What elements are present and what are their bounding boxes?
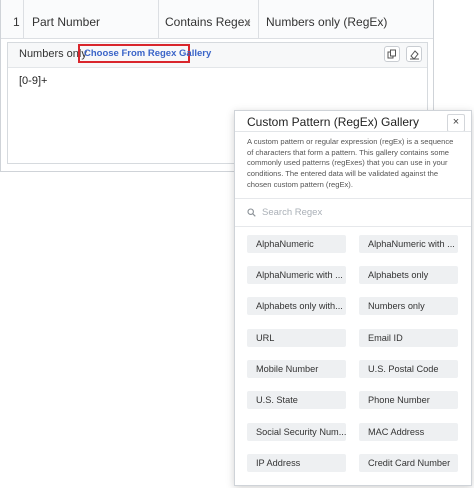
pattern-mac-address[interactable]: MAC Address [359, 423, 458, 441]
pattern-alphanumeric-with-2[interactable]: AlphaNumeric with ... [247, 266, 346, 284]
divider [235, 131, 471, 132]
pattern-credit-card-number[interactable]: Credit Card Number [359, 454, 458, 472]
rule-row: 1 Part Number Contains Regex ▼ Numbers o… [1, 0, 433, 39]
pattern-alphabets-only-with[interactable]: Alphabets only with... [247, 297, 346, 315]
pattern-us-state[interactable]: U.S. State [247, 391, 346, 409]
regex-value[interactable]: [0-9]+ [19, 75, 47, 87]
close-icon[interactable]: × [447, 114, 465, 132]
gallery-description: A custom pattern or regular expression (… [247, 137, 454, 189]
choose-regex-gallery-link[interactable]: Choose From Regex Gallery [78, 44, 211, 63]
rule-index: 1 [13, 15, 20, 29]
search-input[interactable] [256, 205, 454, 219]
pattern-numbers-only[interactable]: Numbers only [359, 297, 458, 315]
pattern-phone-number[interactable]: Phone Number [359, 391, 458, 409]
criteria-select[interactable]: Numbers only (RegEx) [258, 0, 434, 38]
operator-label: Contains Regex [165, 15, 251, 29]
pattern-alphabets-only[interactable]: Alphabets only [359, 266, 458, 284]
pattern-alphanumeric[interactable]: AlphaNumeric [247, 235, 346, 253]
gallery-title: Custom Pattern (RegEx) Gallery [247, 115, 420, 129]
regex-gallery-popup: Custom Pattern (RegEx) Gallery × A custo… [234, 110, 472, 486]
copy-button[interactable] [384, 46, 400, 62]
chevron-down-icon: ▼ [244, 19, 252, 28]
pattern-mobile-number[interactable]: Mobile Number [247, 360, 346, 378]
search-icon [247, 207, 256, 217]
search-bar [247, 203, 459, 221]
pattern-us-postal-code[interactable]: U.S. Postal Code [359, 360, 458, 378]
eraser-icon [410, 50, 419, 60]
pattern-url[interactable]: URL [247, 329, 346, 347]
divider [235, 198, 471, 199]
pattern-alphanumeric-with-1[interactable]: AlphaNumeric with ... [359, 235, 458, 253]
pattern-social-security-number[interactable]: Social Security Num... [247, 423, 346, 441]
criteria-label: Numbers only [19, 48, 87, 60]
field-select[interactable]: Part Number [23, 0, 159, 38]
copy-icon [387, 49, 396, 59]
divider [235, 226, 471, 227]
clear-button[interactable] [406, 46, 422, 62]
pattern-ip-address[interactable]: IP Address [247, 454, 346, 472]
value-toolbar: Numbers only Choose From Regex Gallery [8, 43, 427, 68]
pattern-email-id[interactable]: Email ID [359, 329, 458, 347]
